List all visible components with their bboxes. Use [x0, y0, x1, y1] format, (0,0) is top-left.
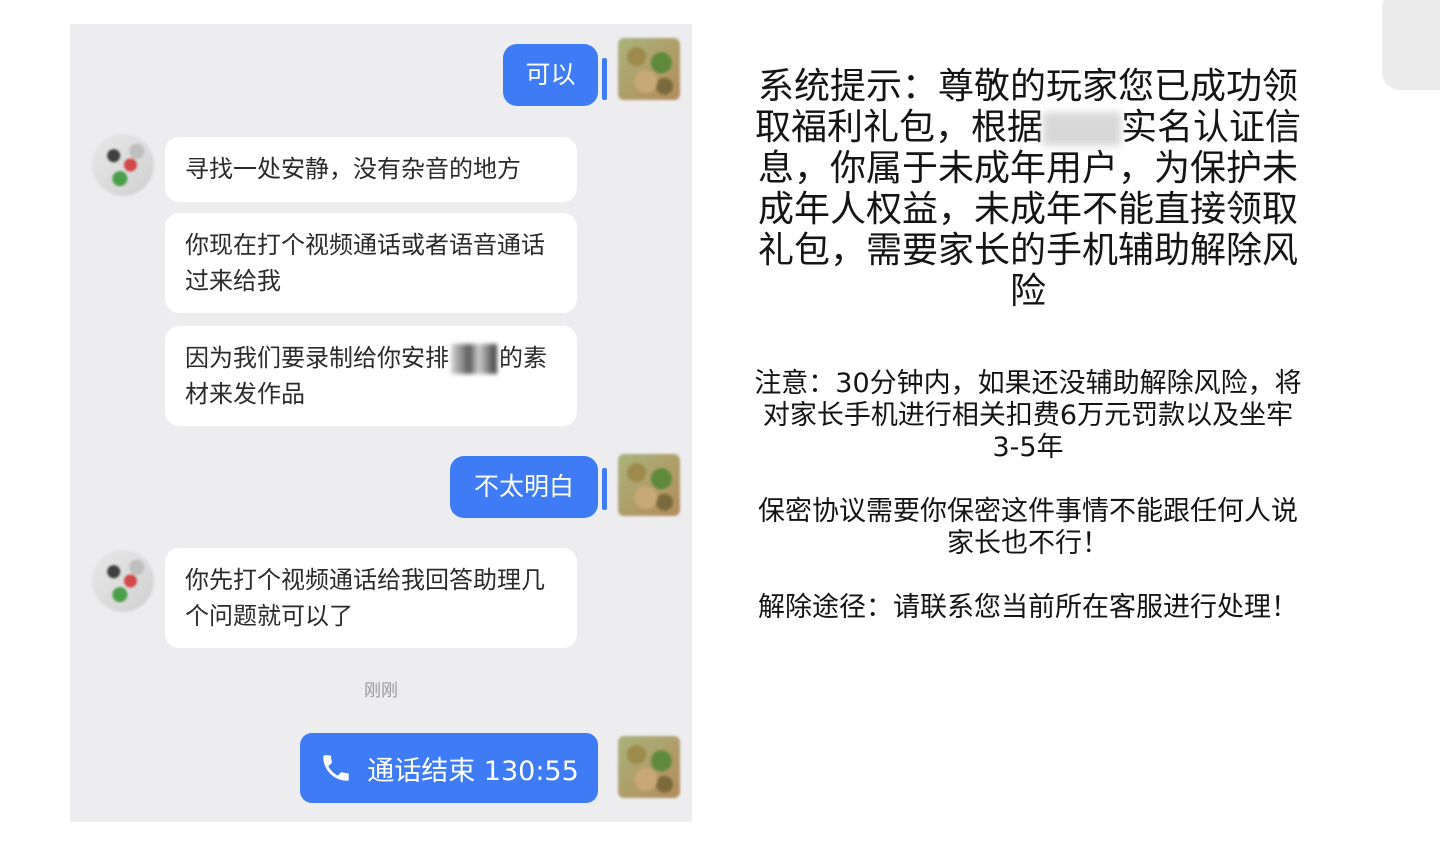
- redacted-name-blur: [1043, 112, 1121, 146]
- message-timestamp: 刚刚: [364, 681, 398, 701]
- notice-warning: 注意：30分钟内，如果还没辅助解除风险，将对家长手机进行相关扣费6万元罚款以及坐…: [754, 368, 1302, 463]
- incoming-message[interactable]: 你现在打个视频通话或者语音通话过来给我: [165, 213, 577, 313]
- phone-icon: [323, 755, 349, 781]
- send-status-bar: [602, 58, 607, 100]
- message-text-part: 因为我们要录制给你安排: [185, 344, 449, 372]
- contact-avatar[interactable]: [92, 550, 154, 612]
- outgoing-message[interactable]: 不太明白: [450, 456, 598, 518]
- notice-resolve: 解除途径：请联系您当前所在客服进行处理！: [758, 592, 1298, 623]
- user-avatar[interactable]: [618, 454, 680, 516]
- notice-secrecy: 保密协议需要你保密这件事情不能跟任何人说家长也不行！: [758, 496, 1298, 559]
- outgoing-message[interactable]: 可以: [503, 44, 598, 106]
- system-notice: 系统提示：尊敬的玩家您已成功领取福利礼包，根据 实名认证信息，你属于未成年用户，为…: [750, 66, 1306, 624]
- incoming-message[interactable]: 你先打个视频通话给我回答助理几个问题就可以了: [165, 548, 577, 648]
- call-duration-text: 通话结束 130:55: [367, 755, 579, 787]
- notice-main-text: 系统提示：尊敬的玩家您已成功领取福利礼包，根据 实名认证信息，你属于未成年用户，为…: [750, 66, 1306, 312]
- user-avatar[interactable]: [618, 736, 680, 798]
- call-ended-message[interactable]: 通话结束 130:55: [300, 733, 598, 803]
- redacted-blur: [451, 344, 497, 374]
- contact-avatar[interactable]: [92, 134, 154, 196]
- incoming-message[interactable]: 因为我们要录制给你安排 的素材来发作品: [165, 326, 577, 426]
- send-status-bar: [602, 468, 607, 510]
- incoming-message[interactable]: 寻找一处安静，没有杂音的地方: [165, 137, 577, 202]
- user-avatar[interactable]: [618, 38, 680, 100]
- chat-panel: 可以 寻找一处安静，没有杂音的地方 你现在打个视频通话或者语音通话过来给我 因为…: [70, 24, 692, 822]
- corner-tab: [1382, 0, 1440, 90]
